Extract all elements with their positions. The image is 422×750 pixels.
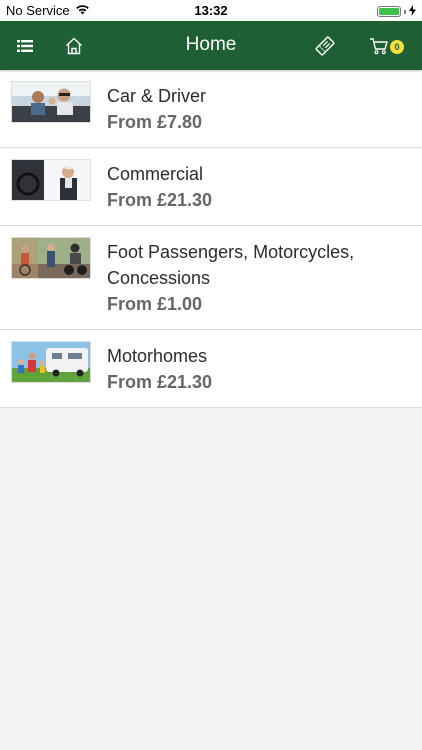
battery-icon <box>377 6 401 17</box>
item-title: Foot Passengers, Motorcycles, Concession… <box>107 242 355 288</box>
status-time: 13:32 <box>194 3 228 18</box>
battery-cap <box>404 9 406 14</box>
foot-passengers-text: Foot Passengers, Motorcycles, Concession… <box>107 237 410 317</box>
list-item-commercial[interactable]: Commercial From £21.30 <box>0 148 422 226</box>
cart-count-badge[interactable]: 0 <box>390 40 404 54</box>
list-item-car-driver[interactable]: Car & Driver From £7.80 <box>0 70 422 148</box>
motorhomes-image <box>11 341 91 383</box>
commercial-text: Commercial From £21.30 <box>107 159 212 213</box>
cart-icon[interactable] <box>366 33 392 59</box>
page-title: Home <box>185 34 237 55</box>
status-right <box>377 4 416 19</box>
item-price: From £7.80 <box>107 112 203 132</box>
charging-icon <box>409 4 416 19</box>
nav-bar: Home 0 <box>0 21 422 70</box>
status-bar: No Service 13:32 <box>0 0 422 21</box>
list-item-foot-passengers[interactable]: Foot Passengers, Motorcycles, Concession… <box>0 226 422 330</box>
item-price: From £1.00 <box>107 294 203 314</box>
motorhomes-text: Motorhomes From £21.30 <box>107 341 212 395</box>
ticket-icon[interactable] <box>312 33 338 59</box>
item-title: Commercial <box>107 164 204 184</box>
foot-passengers-image <box>11 237 91 279</box>
item-price: From £21.30 <box>107 372 213 392</box>
commercial-image <box>11 159 91 201</box>
item-price: From £21.30 <box>107 190 213 210</box>
product-list: Car & Driver From £7.80 Commercial From … <box>0 70 422 408</box>
car-driver-image <box>11 81 91 123</box>
item-title: Motorhomes <box>107 346 208 366</box>
list-item-motorhomes[interactable]: Motorhomes From £21.30 <box>0 330 422 408</box>
item-title: Car & Driver <box>107 86 207 106</box>
car-driver-text: Car & Driver From £7.80 <box>107 81 206 135</box>
